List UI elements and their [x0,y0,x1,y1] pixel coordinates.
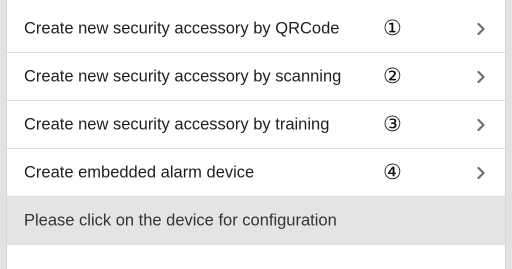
annotation-marker: ④ [383,159,402,184]
chevron-right-icon [477,23,485,35]
menu-item-create-by-qrcode[interactable]: Create new security accessory by QRCode … [7,6,505,53]
menu-item-create-by-scanning[interactable]: Create new security accessory by scannin… [7,53,505,101]
menu-item-create-by-training[interactable]: Create new security accessory by trainin… [7,101,505,149]
menu-item-create-embedded-alarm[interactable]: Create embedded alarm device ④ [7,149,505,197]
menu-item-label: Create new security accessory by scannin… [24,67,342,85]
menu-item-label: Create new security accessory by trainin… [24,115,330,133]
annotation-marker: ② [383,63,402,88]
annotation-marker: ③ [383,111,402,136]
info-message: Please click on the device for configura… [24,211,337,230]
chevron-right-icon [477,166,485,179]
chevron-right-icon [477,118,485,131]
info-bar: Please click on the device for configura… [7,197,505,245]
menu-item-label: Create embedded alarm device [24,163,255,181]
chevron-right-icon [477,70,485,83]
menu-item-label: Create new security accessory by QRCode [24,19,340,38]
annotation-marker: ① [383,16,402,41]
options-panel: Create new security accessory by QRCode … [6,0,506,269]
